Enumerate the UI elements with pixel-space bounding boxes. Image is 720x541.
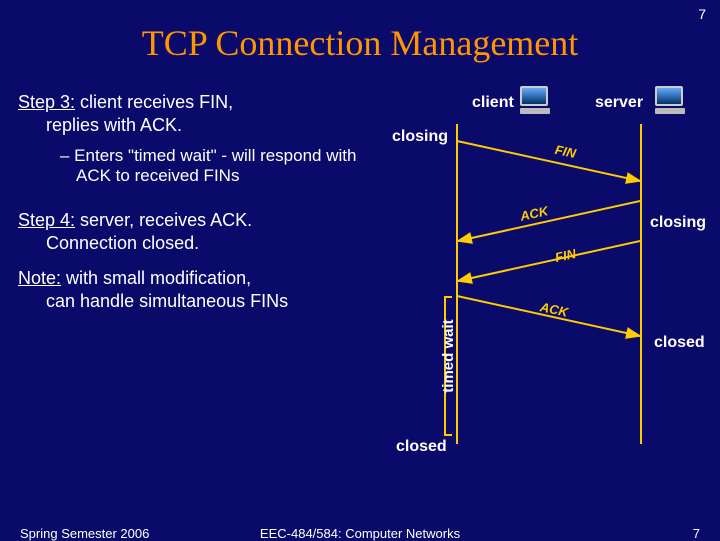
closing-left: closing [392, 128, 448, 146]
content-text: Step 3: client receives FIN, replies wit… [18, 92, 378, 322]
step4-heading: Step 4: server, receives ACK. [18, 210, 378, 231]
step4-label: Step 4: [18, 210, 75, 230]
step3-heading: Step 3: client receives FIN, [18, 92, 378, 113]
step3-bullet: – Enters "timed wait" - will respond wit… [60, 146, 378, 186]
closed-left: closed [396, 438, 447, 456]
step4-text: server, receives ACK. [75, 210, 252, 230]
sequence-diagram: client server FIN ACK FIN ACK closing cl… [380, 86, 710, 456]
footer-center: EEC-484/584: Computer Networks [0, 526, 720, 541]
note-text: with small modification, [61, 268, 251, 288]
step3-text: client receives FIN, [75, 92, 233, 112]
step3-body: replies with ACK. [46, 115, 378, 136]
page-number-top: 7 [698, 6, 706, 22]
step4-body: Connection closed. [46, 233, 378, 254]
closing-right: closing [650, 214, 706, 232]
slide-title: TCP Connection Management [0, 0, 720, 64]
closed-right: closed [654, 334, 705, 352]
note-body: can handle simultaneous FINs [46, 291, 378, 312]
note-label: Note: [18, 268, 61, 288]
footer-right: 7 [693, 526, 700, 541]
timed-wait-label: timed wait [440, 296, 457, 416]
note-heading: Note: with small modification, [18, 268, 378, 289]
step3-label: Step 3: [18, 92, 75, 112]
